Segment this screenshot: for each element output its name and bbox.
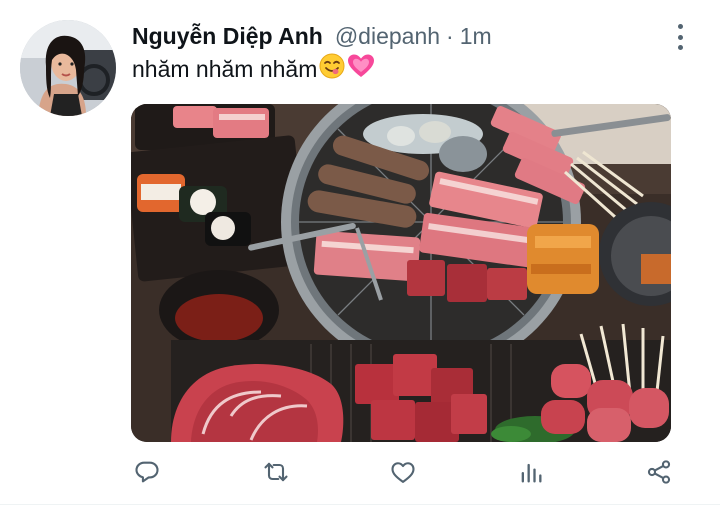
tweet-timestamp[interactable]: 1m [460, 23, 492, 50]
retweet-icon [264, 462, 288, 482]
tweet-photo[interactable] [131, 104, 671, 442]
separator-dot: · [446, 22, 454, 49]
tweet-header: Nguyễn Diệp Anh @diepanh · 1m [132, 20, 492, 52]
bbq-food-image [131, 104, 671, 442]
tweet-text-content: nhăm nhăm nhăm [132, 55, 318, 82]
reply-button[interactable] [127, 452, 167, 492]
like-icon [391, 462, 415, 483]
avatar-image [20, 20, 116, 116]
tweet-actions [0, 452, 720, 496]
analytics-button[interactable] [511, 452, 551, 492]
like-button[interactable] [383, 452, 423, 492]
tweet-text: nhăm nhăm nhăm [132, 53, 375, 85]
author-name[interactable]: Nguyễn Diệp Anh [132, 23, 323, 50]
author-handle[interactable]: @diepanh [335, 23, 440, 50]
avatar[interactable] [20, 20, 116, 116]
face-savoring-food-emoji-icon [319, 53, 345, 85]
more-options-icon[interactable] [670, 24, 690, 50]
growing-heart-emoji-icon [347, 53, 375, 85]
tweet-card[interactable]: Nguyễn Diệp Anh @diepanh · 1m nhăm nhăm … [0, 0, 720, 519]
reply-icon [135, 461, 159, 483]
share-button[interactable] [639, 452, 679, 492]
tweet-divider [0, 504, 720, 505]
retweet-button[interactable] [256, 452, 296, 492]
share-icon [647, 460, 671, 484]
analytics-icon [521, 463, 542, 483]
